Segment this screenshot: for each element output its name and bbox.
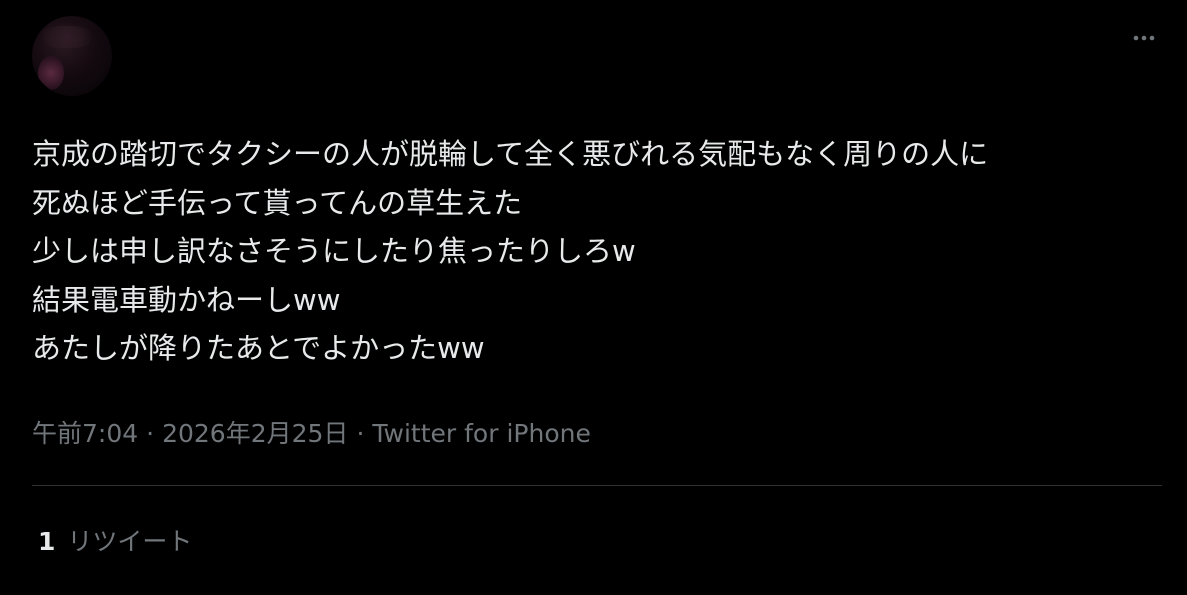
tweet-header: [32, 16, 1162, 102]
retweet-count: 1: [38, 527, 56, 556]
meta-separator: ·: [356, 419, 365, 448]
tweet-text-line: あたしが降りたあとでよかったww: [32, 331, 485, 365]
avatar-shade: [42, 26, 92, 48]
tweet-date: 2026年2月25日: [162, 419, 349, 448]
tweet-text: 京成の踏切でタクシーの人が脱輪して全く悪びれる気配もなく周りの人に 死ぬほど手伝…: [32, 130, 1172, 373]
meta-separator: ·: [146, 419, 155, 448]
tweet-text-line: 京成の踏切でタクシーの人が脱輪して全く悪びれる気配もなく周りの人に: [32, 137, 989, 171]
tweet-text-line: 死ぬほど手伝って貰ってんの草生えた: [32, 185, 523, 220]
more-options-button[interactable]: [1126, 24, 1162, 52]
avatar[interactable]: [32, 16, 112, 96]
tweet-meta: 午前7:04 · 2026年2月25日 · Twitter for iPhone: [32, 414, 591, 454]
retweet-stat[interactable]: 1 リツイート: [38, 522, 192, 562]
retweet-label: リツイート: [67, 527, 193, 556]
tweet-text-line: 結果電車動かねーしww: [32, 282, 341, 317]
tweet-timestamp[interactable]: 午前7:04 · 2026年2月25日: [32, 419, 348, 448]
tweet-time: 午前7:04: [32, 419, 139, 448]
avatar-shade: [38, 56, 64, 90]
divider: [32, 485, 1162, 486]
tweet-detail: 京成の踏切でタクシーの人が脱輪して全く悪びれる気配もなく周りの人に 死ぬほど手伝…: [0, 0, 1187, 595]
tweet-text-line: 少しは申し訳なさそうにしたり焦ったりしろw: [32, 234, 636, 268]
author-handle[interactable]: [130, 64, 320, 90]
tweet-source[interactable]: Twitter for iPhone: [372, 419, 590, 448]
author-display-name[interactable]: [130, 26, 320, 54]
more-horizontal-icon: [1132, 34, 1156, 42]
